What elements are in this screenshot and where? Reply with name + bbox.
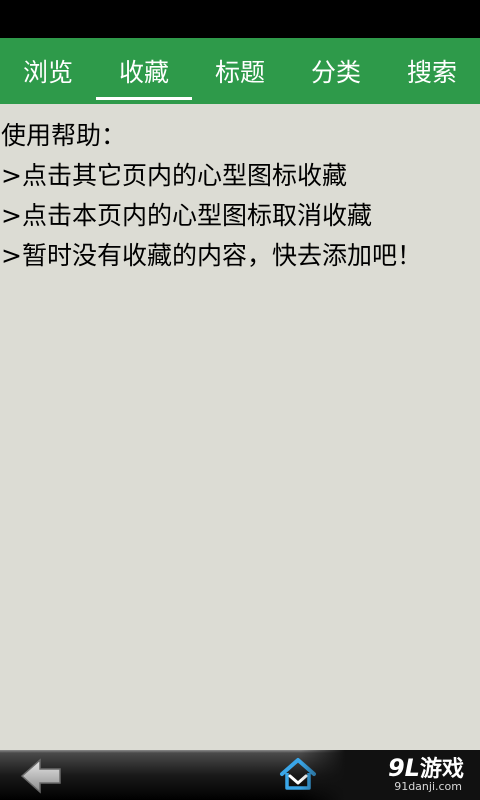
tab-label: 搜索 [406,58,457,87]
app-screen: 浏览 收藏 标题 分类 搜索 使用帮助： >点击其它页内的心型图标收藏 >点击本… [0,0,480,800]
tab-favorites[interactable]: 收藏 [96,38,192,104]
help-title: 使用帮助： [1,121,127,150]
tab-label: 标题 [214,58,265,87]
favorites-content: 使用帮助： >点击其它页内的心型图标收藏 >点击本页内的心型图标取消收藏 >暂时… [0,104,480,750]
watermark-domain: 91danji.com [394,780,462,793]
watermark-logo: 9L游戏 [388,751,464,783]
help-line: >暂时没有收藏的内容，快去添加吧！ [1,241,422,270]
tab-label: 收藏 [118,58,169,87]
help-line: >点击其它页内的心型图标收藏 [1,161,347,190]
tab-browse[interactable]: 浏览 [0,38,96,104]
bottom-navigation-bar: 9L游戏 91danji.com [0,750,480,800]
back-arrow-icon [20,758,61,794]
tab-search[interactable]: 搜索 [384,38,480,104]
help-line: >点击本页内的心型图标取消收藏 [1,201,372,230]
watermark-logo-number: 9L [387,754,420,782]
tab-categories[interactable]: 分类 [288,38,384,104]
status-bar [0,0,480,38]
tab-active-indicator [96,97,192,100]
tab-titles[interactable]: 标题 [192,38,288,104]
tab-label: 分类 [310,58,361,87]
tab-bar: 浏览 收藏 标题 分类 搜索 [0,38,480,104]
watermark-logo-text: 游戏 [419,757,464,782]
watermark: 9L游戏 91danji.com [300,750,480,800]
back-button[interactable] [20,758,64,794]
tab-label: 浏览 [22,58,73,87]
